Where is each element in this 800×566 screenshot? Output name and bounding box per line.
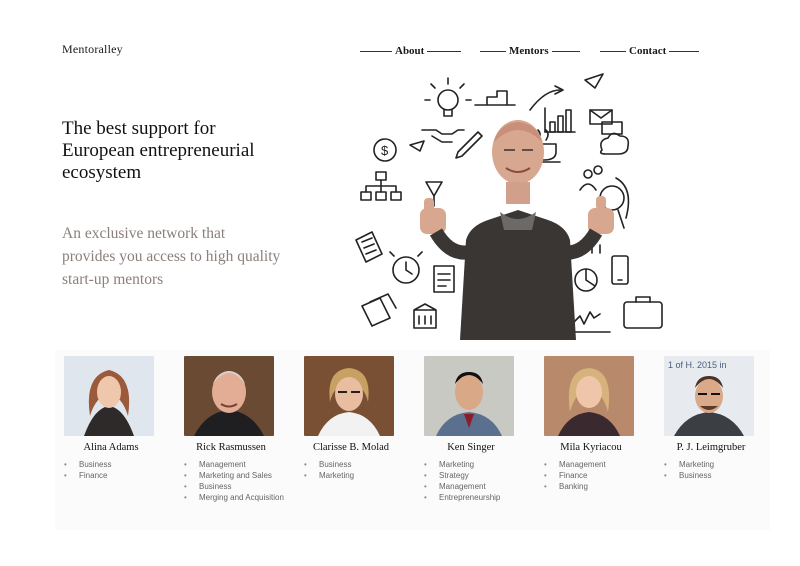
mentor-tags: Marketing Strategy Management Entreprene… bbox=[424, 459, 524, 503]
mentor-tags: Business Marketing bbox=[304, 459, 404, 481]
mentor-tag: Business bbox=[184, 481, 284, 492]
mentor-photo[interactable] bbox=[64, 356, 154, 436]
phone-icon bbox=[611, 255, 629, 285]
mentor-photo[interactable] bbox=[304, 356, 394, 436]
logo[interactable]: Mentoralley bbox=[62, 42, 123, 57]
lightbulb-icon bbox=[424, 77, 472, 117]
mentor-photo-person bbox=[420, 120, 614, 340]
svg-text:$: $ bbox=[381, 143, 389, 158]
mentor-photo[interactable]: 1 of H. 2015 in bbox=[664, 356, 754, 436]
alarm-clock-icon bbox=[389, 251, 423, 284]
main-nav: About Mentors Contact bbox=[360, 45, 700, 61]
mentor-photo[interactable] bbox=[544, 356, 634, 436]
mentor-tag: Marketing bbox=[424, 459, 524, 470]
mentor-tag: Marketing bbox=[664, 459, 764, 470]
mentor-tag: Merging and Acquisition bbox=[184, 492, 284, 503]
mentor-tags: Management Marketing and Sales Business … bbox=[184, 459, 284, 503]
dollar-icon: $ bbox=[373, 138, 397, 162]
mentor-tag: Marketing bbox=[304, 470, 404, 481]
mentor-card[interactable]: Rick Rasmussen Management Marketing and … bbox=[184, 356, 284, 503]
mentor-card[interactable]: Alina Adams Business Finance bbox=[64, 356, 164, 481]
mentor-card[interactable]: Ken Singer Marketing Strategy Management… bbox=[424, 356, 524, 503]
mentor-tag: Finance bbox=[544, 470, 644, 481]
paper-plane-small-icon bbox=[409, 140, 425, 152]
mentor-tag: Finance bbox=[64, 470, 164, 481]
mentor-name[interactable]: Ken Singer bbox=[416, 442, 526, 453]
mentor-photo[interactable] bbox=[184, 356, 274, 436]
hero-subtitle: An exclusive network that provides you a… bbox=[62, 225, 281, 288]
mentor-tag: Business bbox=[64, 459, 164, 470]
mentor-name[interactable]: Clarisse B. Molad bbox=[296, 442, 406, 453]
mentor-tag: Business bbox=[304, 459, 404, 470]
clipboard-icon bbox=[433, 265, 455, 293]
mentor-name[interactable]: Mila Kyriacou bbox=[536, 442, 646, 453]
money-icon bbox=[361, 293, 397, 327]
podium-icon bbox=[474, 90, 516, 106]
pen-icon bbox=[455, 131, 483, 159]
mentor-tag: Management bbox=[544, 459, 644, 470]
mentor-name[interactable]: Alina Adams bbox=[56, 442, 166, 453]
hero-title: The best support for European entreprene… bbox=[62, 118, 255, 183]
chart-icon bbox=[544, 107, 576, 133]
mentor-name[interactable]: P. J. Leimgruber bbox=[656, 442, 766, 453]
briefcase-icon bbox=[623, 296, 663, 329]
nav-about[interactable]: About bbox=[360, 45, 462, 57]
mentor-tag: Management bbox=[184, 459, 284, 470]
mail-icon bbox=[589, 109, 623, 135]
paper-plane-icon bbox=[584, 73, 604, 89]
org-chart-icon bbox=[360, 171, 402, 201]
mentor-tags: Business Finance bbox=[64, 459, 164, 481]
photo-banner-text: 1 of H. 2015 in bbox=[668, 360, 727, 370]
handshake-icon bbox=[421, 129, 465, 143]
mentor-tag: Business bbox=[664, 470, 764, 481]
document-icon bbox=[355, 231, 383, 263]
mentor-card[interactable]: 1 of H. 2015 in P. J. Leimgruber Marketi… bbox=[664, 356, 764, 481]
mentor-tags: Marketing Business bbox=[664, 459, 764, 481]
mentor-tags: Management Finance Banking bbox=[544, 459, 644, 492]
pie-chart-icon bbox=[574, 268, 598, 292]
cloud-icon bbox=[599, 132, 630, 155]
mentor-tag: Entrepreneurship bbox=[424, 492, 524, 503]
mentor-card[interactable]: Mila Kyriacou Management Finance Banking bbox=[544, 356, 644, 492]
mentor-tag: Marketing and Sales bbox=[184, 470, 284, 481]
nav-mentors[interactable]: Mentors bbox=[480, 45, 580, 57]
mentor-tag: Banking bbox=[544, 481, 644, 492]
bank-icon bbox=[413, 303, 437, 329]
mentor-tag: Management bbox=[424, 481, 524, 492]
nav-contact[interactable]: Contact bbox=[600, 45, 700, 57]
mentor-photo[interactable] bbox=[424, 356, 514, 436]
people-icon bbox=[579, 165, 603, 191]
line-chart-icon bbox=[571, 309, 611, 333]
mentor-tag: Strategy bbox=[424, 470, 524, 481]
mentor-card[interactable]: Clarisse B. Molad Business Marketing bbox=[304, 356, 404, 481]
mentor-name[interactable]: Rick Rasmussen bbox=[176, 442, 286, 453]
hero-illustration: $ bbox=[355, 73, 663, 340]
